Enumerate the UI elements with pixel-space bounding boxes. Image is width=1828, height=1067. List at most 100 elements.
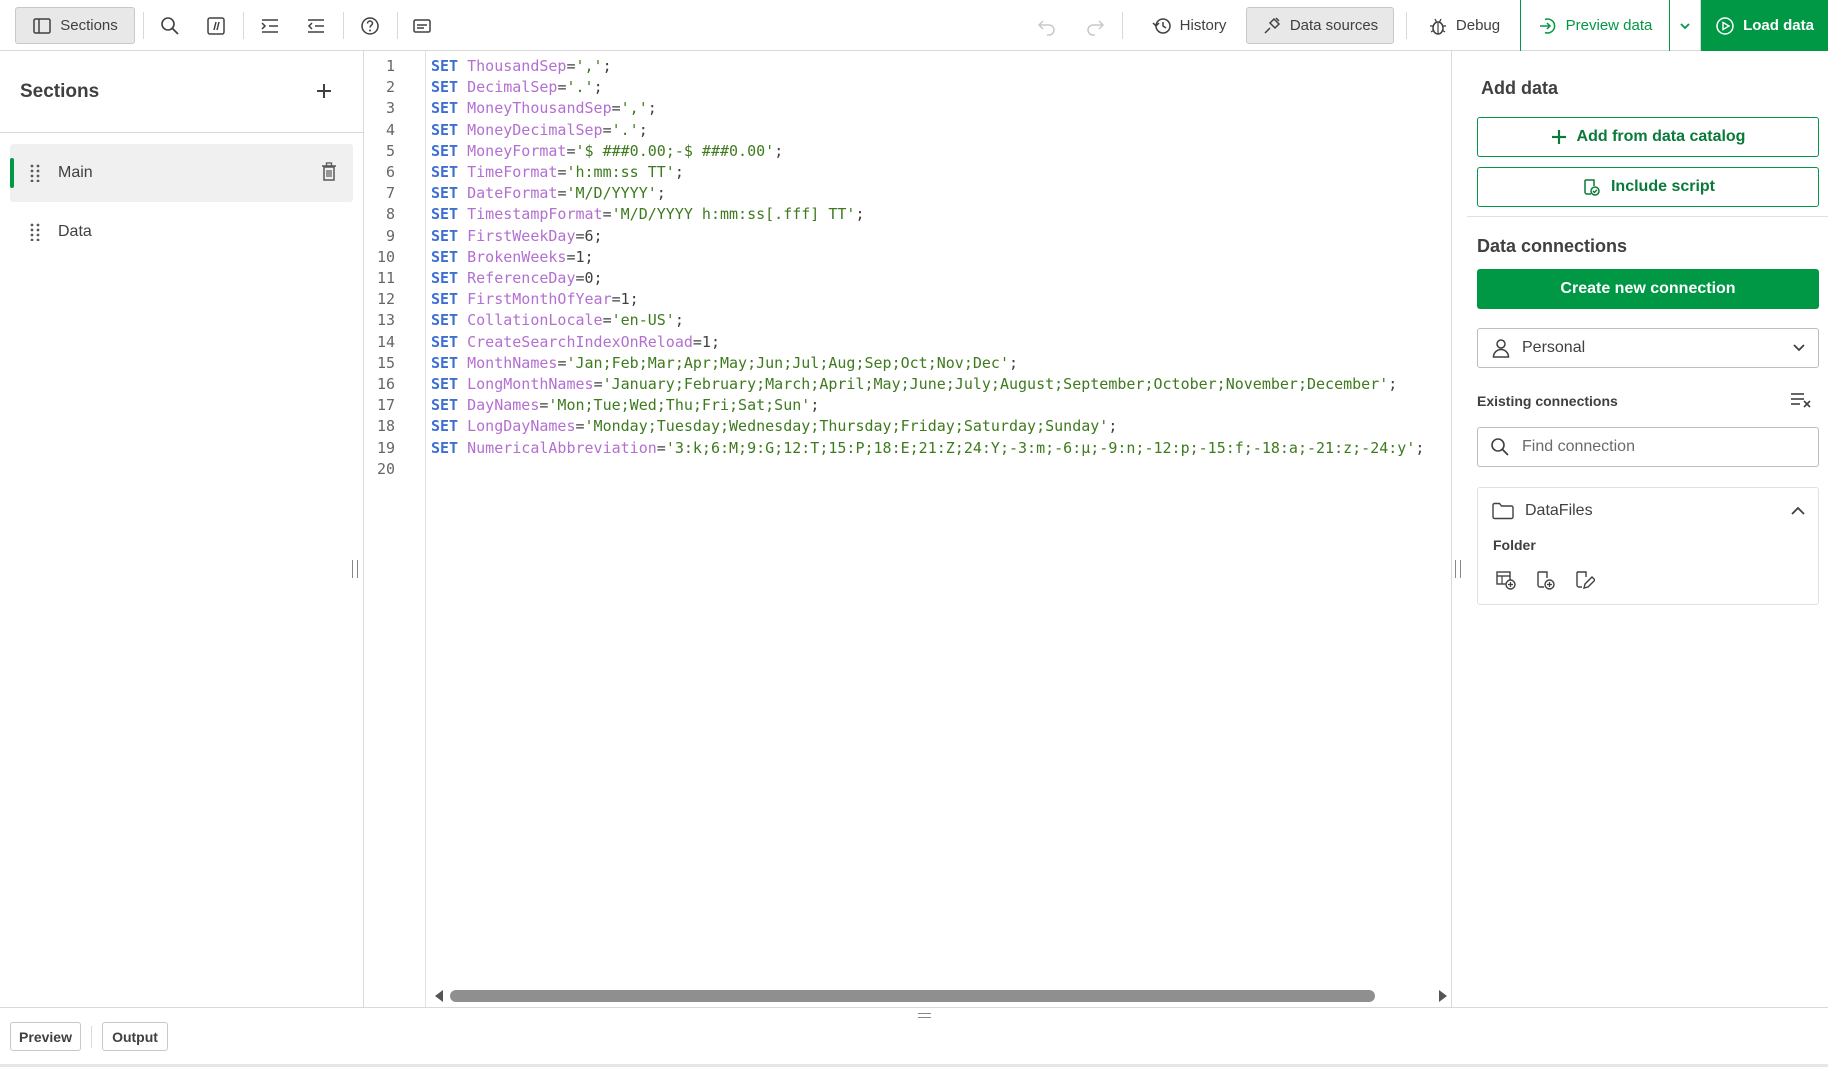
- code-line[interactable]: SET LongMonthNames='January;February;Mar…: [431, 374, 1397, 395]
- select-data-icon[interactable]: [1495, 569, 1517, 591]
- value-token: ='3:k;6:M;9:G;12:T;15:P;18:E;21:Z;24:Y;-…: [657, 439, 1425, 457]
- string-literal: ',': [620, 99, 648, 118]
- indent-button[interactable]: [253, 7, 287, 44]
- data-panel-resize-handle[interactable]: [1455, 560, 1461, 578]
- value-token: ='January;February;March;April;May;June;…: [594, 375, 1398, 393]
- add-section-button[interactable]: [315, 79, 333, 103]
- folder-icon: [1492, 502, 1514, 520]
- variable-token: MoneyThousandSep: [467, 99, 612, 118]
- keyword-token: SET: [431, 417, 459, 436]
- bottom-resize-handle[interactable]: [918, 1013, 931, 1018]
- preview-options-dropdown[interactable]: [1670, 0, 1701, 51]
- debug-button[interactable]: Debug: [1416, 7, 1512, 44]
- code-line[interactable]: SET CreateSearchIndexOnReload=1;: [431, 332, 720, 353]
- filter-list-icon[interactable]: [1790, 391, 1812, 409]
- section-item-main[interactable]: Main: [10, 144, 353, 202]
- bottom-bar: [0, 1007, 1828, 1067]
- sections-title: Sections: [20, 80, 100, 102]
- help-button[interactable]: [353, 7, 387, 44]
- drag-handle-icon[interactable]: [30, 164, 40, 182]
- code-line[interactable]: SET DateFormat='M/D/YYYY';: [431, 183, 666, 204]
- plus-icon: [1551, 130, 1566, 144]
- code-line[interactable]: SET CollationLocale='en-US';: [431, 310, 684, 331]
- keyboard-shortcuts-button[interactable]: [405, 7, 439, 44]
- horizontal-scrollbar[interactable]: [431, 985, 1451, 1007]
- code-line[interactable]: SET TimestampFormat='M/D/YYYY h:mm:ss[.f…: [431, 204, 865, 225]
- code-line[interactable]: SET DayNames='Mon;Tue;Wed;Thu;Fri;Sat;Su…: [431, 395, 819, 416]
- search-icon: [1491, 438, 1509, 456]
- code-line[interactable]: SET MoneyFormat='$ ###0.00;-$ ###0.00';: [431, 141, 783, 162]
- insert-script-icon[interactable]: [1534, 569, 1556, 591]
- data-panel: Add data Add from data catalog Include s…: [1451, 51, 1828, 1007]
- line-number: 17: [376, 396, 395, 415]
- outdent-button[interactable]: [299, 7, 333, 44]
- code-line[interactable]: SET DecimalSep='.';: [431, 77, 603, 98]
- scroll-right-arrow-icon[interactable]: [1439, 990, 1447, 1002]
- code-line[interactable]: SET MonthNames='Jan;Feb;Mar;Apr;May;Jun;…: [431, 353, 1018, 374]
- section-item-data[interactable]: Data: [10, 203, 353, 261]
- drag-handle-icon[interactable]: [30, 223, 40, 241]
- play-circle-icon: [1716, 16, 1734, 35]
- variable-token: MonthNames: [467, 353, 558, 372]
- code-area[interactable]: SET ThousandSep=','; SET DecimalSep='.'; S…: [431, 51, 1451, 981]
- operator-token: ;: [602, 57, 612, 75]
- string-literal: '$ ###0.00;-$ ###0.00': [575, 141, 775, 160]
- find-connection-input[interactable]: [1522, 438, 1802, 456]
- preview-icon: [1539, 17, 1555, 34]
- line-number: 16: [376, 375, 395, 393]
- code-line[interactable]: SET FirstMonthOfYear=1;: [431, 289, 639, 310]
- keyword-token: SET: [431, 438, 459, 457]
- line-number: 15: [376, 353, 395, 372]
- debug-label: Debug: [1455, 17, 1501, 34]
- chevron-up-icon[interactable]: [1790, 504, 1806, 518]
- include-script-button[interactable]: Include script: [1477, 167, 1819, 207]
- toolbar-divider: [143, 12, 144, 39]
- script-editor[interactable]: 1 2 3 4 5 6 7 8 9 10 11 12 13 14 15 16 17 18 19 20 SET Thou…: [365, 51, 1451, 1007]
- operator-token: ;: [647, 99, 657, 118]
- keyword-token: SET: [431, 57, 459, 75]
- code-line[interactable]: SET ThousandSep=',';: [431, 56, 612, 77]
- undo-button[interactable]: [1030, 7, 1064, 44]
- code-line[interactable]: SET ReferenceDay=0;: [431, 268, 603, 289]
- create-new-connection-button[interactable]: Create new connection: [1477, 269, 1819, 309]
- variable-token: DayNames: [467, 396, 540, 415]
- string-literal: '.': [611, 120, 639, 139]
- find-connection-field[interactable]: [1477, 427, 1819, 467]
- keyword-token: SET: [431, 226, 459, 245]
- data-sources-button[interactable]: Data sources: [1246, 7, 1394, 44]
- panel-divider: [1467, 216, 1828, 217]
- edit-connection-icon[interactable]: [1573, 569, 1595, 591]
- sections-toggle-label: Sections: [60, 17, 118, 34]
- variable-token: CollationLocale: [467, 311, 603, 330]
- keyword-token: SET: [431, 269, 459, 287]
- operator-token: ;: [674, 311, 684, 330]
- code-line[interactable]: SET TimeFormat='h:mm:ss TT';: [431, 162, 684, 183]
- operator-token: ;: [1108, 417, 1118, 436]
- scroll-left-arrow-icon[interactable]: [435, 990, 443, 1002]
- code-line[interactable]: SET BrokenWeeks=1;: [431, 247, 594, 268]
- search-button[interactable]: [153, 7, 187, 44]
- preview-tab-button[interactable]: Preview: [10, 1022, 81, 1051]
- value-token: ='en-US';: [603, 311, 684, 329]
- sections-toggle-button[interactable]: Sections: [15, 7, 135, 44]
- preview-data-button[interactable]: Preview data: [1520, 0, 1670, 51]
- add-from-catalog-label: Add from data catalog: [1576, 128, 1746, 145]
- output-tab-button[interactable]: Output: [102, 1022, 168, 1051]
- code-line[interactable]: SET MoneyDecimalSep='.';: [431, 120, 648, 141]
- line-number: 7: [385, 184, 395, 203]
- code-line[interactable]: SET NumericalAbbreviation='3:k;6:M;9:G;1…: [431, 438, 1424, 459]
- code-line[interactable]: SET LongDayNames='Monday;Tuesday;Wednesd…: [431, 416, 1117, 437]
- redo-button[interactable]: [1078, 7, 1112, 44]
- sections-resize-handle[interactable]: [352, 560, 358, 578]
- code-line[interactable]: SET MoneyThousandSep=',';: [431, 98, 657, 119]
- code-line[interactable]: SET FirstWeekDay=6;: [431, 226, 603, 247]
- delete-section-icon[interactable]: [321, 162, 337, 182]
- scrollbar-thumb[interactable]: [450, 990, 1375, 1002]
- add-from-catalog-button[interactable]: Add from data catalog: [1477, 117, 1819, 157]
- load-data-button[interactable]: Load data: [1701, 0, 1828, 51]
- history-button[interactable]: History: [1134, 7, 1244, 44]
- space-select[interactable]: Personal: [1477, 328, 1819, 368]
- comment-button[interactable]: [199, 7, 233, 44]
- variable-token: FirstWeekDay: [467, 226, 576, 245]
- connection-card[interactable]: DataFiles Folder: [1477, 487, 1819, 605]
